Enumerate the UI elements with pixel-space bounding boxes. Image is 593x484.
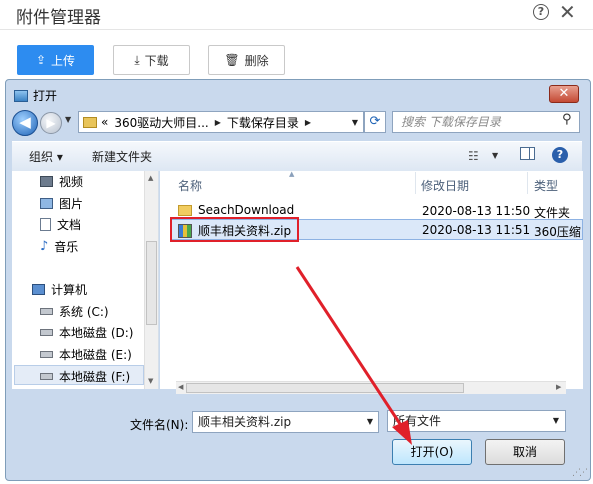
chevron-down-icon[interactable]: ▼	[367, 412, 373, 432]
filetype-select[interactable]: 所有文件 ▼	[387, 410, 566, 432]
upload-icon: ⇪	[35, 53, 47, 67]
delete-button[interactable]: 🗑 删除	[208, 45, 285, 75]
chevron-down-icon[interactable]: ▼	[553, 411, 559, 431]
tree-item-label: 音乐	[54, 240, 79, 254]
dialog-title: 打开	[33, 89, 58, 103]
chevron-right-icon[interactable]: ▶	[305, 118, 311, 127]
tree-item-label: 图片	[59, 197, 84, 211]
help-icon[interactable]: ?	[552, 147, 568, 163]
tree-item-label: 本地磁盘 (D:)	[59, 326, 134, 340]
scroll-left-icon[interactable]: ◀	[178, 383, 183, 391]
column-header-name[interactable]: 名称	[178, 177, 202, 194]
scroll-right-icon[interactable]: ▶	[556, 383, 561, 391]
window-icon	[14, 89, 28, 102]
download-button[interactable]: ⤓ 下载	[113, 45, 190, 75]
column-separator[interactable]	[527, 172, 528, 194]
chevron-down-icon[interactable]: ▼	[352, 118, 358, 127]
column-header-date[interactable]: 修改日期	[421, 177, 469, 194]
cancel-button[interactable]: 取消	[485, 439, 565, 465]
file-date: 2020-08-13 11:51	[422, 223, 531, 237]
sort-indicator-icon: ▲	[289, 170, 295, 178]
resize-grip-icon[interactable]: ⋰⋰	[572, 468, 588, 478]
drive-icon	[40, 351, 53, 358]
scrollbar-thumb[interactable]	[186, 383, 464, 393]
dialog-titlebar: 打开	[14, 87, 57, 104]
address-prefix[interactable]: «	[101, 115, 108, 129]
system-drive-icon	[40, 308, 53, 315]
tree-item-label: 计算机	[51, 283, 88, 297]
manager-title: 附件管理器	[16, 8, 101, 28]
upload-label: 上传	[51, 53, 76, 68]
address-segment[interactable]: 360驱动大师目...	[114, 114, 208, 131]
address-segment[interactable]: 下载保存目录	[227, 114, 299, 131]
tree-item-label: 文档	[57, 218, 82, 232]
tree-item-label: 本地磁盘 (F:)	[59, 370, 131, 384]
dialog-close-button[interactable]: ✕	[549, 85, 579, 103]
tree-item-computer[interactable]: 计算机	[32, 281, 87, 298]
open-button[interactable]: 打开(O)	[392, 439, 472, 465]
scrollbar-thumb[interactable]	[146, 241, 157, 325]
back-button[interactable]: ◀	[12, 110, 38, 136]
refresh-button[interactable]: ⟳	[364, 111, 386, 133]
tree-item-drive-e[interactable]: 本地磁盘 (E:)	[40, 346, 132, 363]
filename-value: 顺丰相关资料.zip	[198, 415, 292, 429]
preview-pane-icon[interactable]	[520, 147, 535, 160]
scroll-down-icon[interactable]: ▼	[148, 377, 153, 385]
delete-label: 删除	[244, 53, 269, 68]
chevron-down-icon[interactable]: ▼	[492, 151, 498, 160]
file-type: 360压缩 Z	[534, 225, 583, 239]
download-label: 下载	[144, 53, 169, 68]
view-options-icon[interactable]: ☷	[468, 149, 479, 163]
filename-label: 文件名(N):	[130, 418, 189, 432]
folder-icon	[178, 204, 192, 216]
new-folder-button[interactable]: 新建文件夹	[92, 148, 152, 165]
divider	[0, 29, 593, 30]
drive-icon	[40, 373, 53, 380]
folder-icon	[83, 116, 97, 128]
search-icon[interactable]: ⚲	[562, 112, 572, 127]
chevron-right-icon[interactable]: ▶	[215, 118, 221, 127]
tree-item-music[interactable]: ♪ 音乐	[40, 238, 78, 255]
file-type: 文件夹	[534, 206, 571, 220]
tree-scrollbar[interactable]: ▲ ▼	[144, 171, 158, 389]
close-icon[interactable]: ✕	[559, 0, 576, 24]
file-date: 2020-08-13 11:50	[422, 204, 531, 218]
tree-item-drive-c[interactable]: 系统 (C:)	[40, 303, 109, 320]
tree-item-label: 本地磁盘 (E:)	[59, 348, 132, 362]
file-row-name[interactable]: SeachDownload	[178, 203, 294, 217]
tree-item-pictures[interactable]: 图片	[40, 195, 83, 212]
forward-button[interactable]: ▶	[40, 112, 62, 134]
drive-icon	[40, 329, 53, 336]
filename-input[interactable]: 顺丰相关资料.zip ▼	[192, 411, 379, 433]
download-icon: ⤓	[134, 52, 140, 67]
tree-item-label: 视频	[59, 175, 84, 189]
address-bar[interactable]: « 360驱动大师目... ▶ 下载保存目录 ▶ ▼	[78, 111, 364, 133]
tree-item-label: 系统 (C:)	[59, 305, 109, 319]
tree-item-documents[interactable]: 文档	[40, 216, 81, 233]
help-icon[interactable]: ?	[533, 4, 549, 20]
scroll-up-icon[interactable]: ▲	[148, 174, 153, 182]
recent-locations-dropdown[interactable]: ▼	[65, 115, 71, 124]
column-separator[interactable]	[415, 172, 416, 194]
organize-menu[interactable]: 组织 ▾	[29, 148, 63, 165]
tree-item-drive-f[interactable]: 本地磁盘 (F:)	[40, 368, 130, 385]
tree-item-drive-d[interactable]: 本地磁盘 (D:)	[40, 324, 133, 341]
highlight-box	[170, 217, 299, 242]
upload-button[interactable]: ⇪ 上传	[17, 45, 94, 75]
picture-icon	[40, 198, 53, 209]
computer-icon	[32, 284, 45, 295]
search-input[interactable]: 搜索 下载保存目录	[392, 111, 580, 133]
tree-item-videos[interactable]: 视频	[40, 173, 83, 190]
trash-icon: 🗑	[224, 53, 240, 67]
music-icon: ♪	[40, 239, 49, 254]
filetype-value: 所有文件	[393, 414, 442, 428]
file-list-scrollbar[interactable]: ◀ ▶	[176, 381, 566, 394]
video-icon	[40, 176, 53, 187]
document-icon	[40, 218, 51, 231]
file-name: SeachDownload	[198, 203, 295, 217]
column-header-type[interactable]: 类型	[534, 177, 558, 194]
